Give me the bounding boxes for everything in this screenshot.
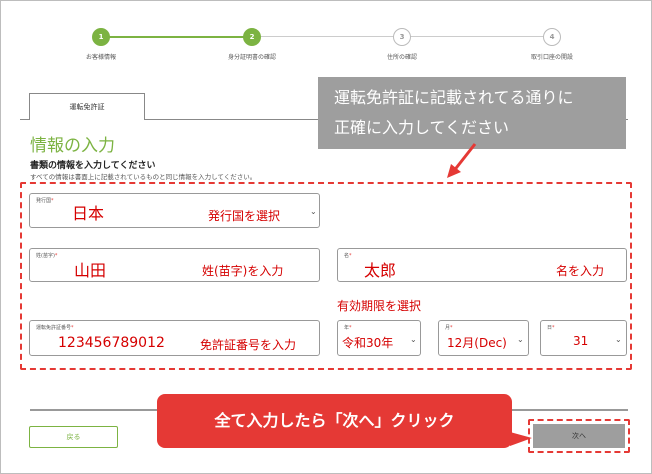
expiry-month-label: 月*: [445, 325, 453, 331]
expiry-note: 有効期限を選択: [337, 299, 422, 313]
expiry-year-select[interactable]: 年* 令和30年 ⌄: [337, 320, 421, 356]
step-1-circle: 1: [92, 28, 110, 46]
tab-underline-left: [20, 119, 29, 120]
step-1-label: お客様情報: [85, 54, 116, 61]
first-name-label: 名*: [344, 253, 352, 259]
back-button[interactable]: 戻る: [29, 426, 118, 448]
chevron-down-icon: ⌄: [310, 207, 317, 216]
callout-line-1: 運転免許証に記載されてる通りに: [334, 88, 574, 107]
issuing-country-label: 発行国*: [36, 198, 54, 204]
last-name-label: 姓(苗字)*: [36, 253, 58, 259]
last-name-hint: 姓(苗字)を入力: [202, 264, 284, 278]
step-2-circle: 2: [243, 28, 261, 46]
chevron-down-icon: ⌄: [410, 335, 417, 344]
license-number-hint: 免許証番号を入力: [200, 338, 297, 352]
section-title: 情報の入力: [30, 136, 115, 156]
form-heading: 書類の情報を入力してください: [30, 161, 156, 171]
step-4-label: 取引口座の開設: [530, 54, 573, 61]
issuing-country-value: 日本: [72, 204, 105, 223]
callout-line-2: 正確に入力してください: [334, 118, 510, 137]
next-button[interactable]: 次へ: [533, 424, 625, 448]
expiry-month-value: 12月(Dec): [447, 336, 507, 350]
expiry-day-select[interactable]: 日* 31 ⌄: [540, 320, 627, 356]
last-name-field[interactable]: 姓(苗字)* 山田 姓(苗字)を入力: [29, 248, 320, 282]
first-name-field[interactable]: 名* 太郎 名を入力: [337, 248, 627, 282]
pointer-arrow-icon: [447, 143, 477, 178]
first-name-hint: 名を入力: [556, 264, 605, 278]
expiry-day-label: 日*: [547, 325, 555, 331]
last-name-value: 山田: [74, 261, 107, 280]
step-3-label: 住所の確認: [386, 54, 417, 61]
step-2-label: 身分証明書の確認: [227, 54, 276, 61]
expiry-day-value: 31: [573, 334, 589, 348]
chevron-down-icon: ⌄: [615, 335, 622, 344]
callout-pointer-icon: [510, 432, 532, 446]
license-number-label-text: 運転免許証番号: [36, 325, 72, 331]
license-number-field[interactable]: 運転免許証番号* 123456789012 免許証番号を入力: [29, 320, 320, 356]
last-name-label-text: 姓(苗字): [36, 253, 55, 259]
form-subtext: すべての情報は書面上に記載されているものと同じ情報を入力してください。: [30, 173, 257, 181]
first-name-value: 太郎: [364, 261, 397, 280]
step-3-circle: 3: [393, 28, 411, 46]
step-4-circle: 4: [543, 28, 561, 46]
issuing-country-label-text: 発行国: [36, 198, 52, 204]
issuing-country-hint: 発行国を選択: [208, 209, 281, 223]
license-number-label: 運転免許証番号*: [36, 325, 74, 331]
expiry-month-select[interactable]: 月* 12月(Dec) ⌄: [438, 320, 529, 356]
chevron-down-icon: ⌄: [517, 335, 524, 344]
expiry-year-value: 令和30年: [342, 336, 394, 350]
license-number-value: 123456789012: [58, 335, 165, 351]
tab-drivers-license[interactable]: 運転免許証: [29, 93, 145, 120]
expiry-year-label: 年*: [344, 325, 352, 331]
instruction-callout: 運転免許証に記載されてる通りに 正確に入力してください: [318, 77, 626, 149]
stepper-line-done: [100, 36, 252, 38]
next-instruction-callout: 全て入力したら「次へ」クリック: [157, 394, 512, 448]
issuing-country-select[interactable]: 発行国* 日本 発行国を選択 ⌄: [29, 193, 320, 228]
